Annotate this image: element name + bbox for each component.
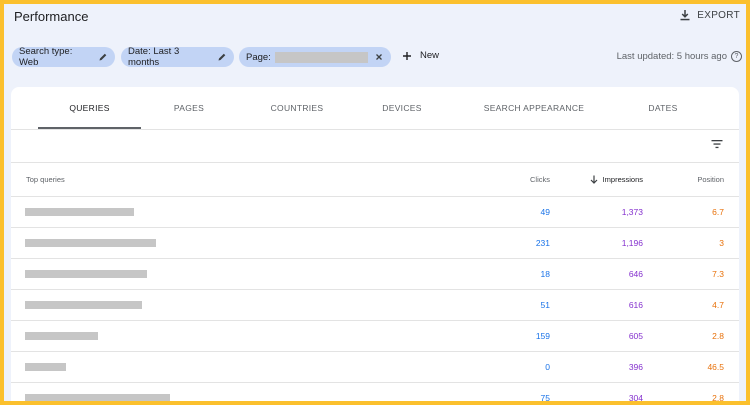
pencil-icon[interactable] <box>217 52 227 62</box>
clicks-value: 49 <box>540 207 550 217</box>
report-tabs: QUERIES PAGES COUNTRIES DEVICES SEARCH A… <box>11 87 739 130</box>
clicks-value: 159 <box>535 331 550 341</box>
tab-dates[interactable]: DATES <box>633 87 693 129</box>
new-filter-label: New <box>420 50 440 61</box>
search-type-chip-label: Search type: Web <box>19 46 73 68</box>
redacted-query <box>25 363 66 371</box>
col-header-query[interactable]: Top queries <box>26 175 65 184</box>
new-filter-button[interactable]: New <box>402 50 439 61</box>
table-row[interactable]: 49 1,373 6.7 <box>11 197 739 228</box>
report-card: QUERIES PAGES COUNTRIES DEVICES SEARCH A… <box>11 87 739 401</box>
position-value: 2.8 <box>712 331 724 341</box>
last-updated-text: Last updated: 5 hours ago <box>616 51 727 62</box>
performance-report: Performance EXPORT Search type: Web Date… <box>4 4 746 401</box>
pencil-icon[interactable] <box>98 52 108 62</box>
position-value: 7.3 <box>712 269 724 279</box>
tab-search-appearance[interactable]: SEARCH APPEARANCE <box>473 87 595 129</box>
redacted-query <box>25 394 170 401</box>
redacted-query <box>25 332 98 340</box>
export-button[interactable]: EXPORT <box>679 9 740 21</box>
table-row[interactable]: 0 396 46.5 <box>11 352 739 383</box>
help-icon[interactable]: ? <box>731 51 742 62</box>
close-icon[interactable] <box>374 52 384 62</box>
tab-queries[interactable]: QUERIES <box>38 87 141 129</box>
page-chip-label: Page: <box>246 51 271 63</box>
arrow-down-icon <box>590 175 597 184</box>
impressions-value: 616 <box>628 300 643 310</box>
tab-countries[interactable]: COUNTRIES <box>257 87 337 129</box>
clicks-value: 18 <box>540 269 550 279</box>
impressions-value: 1,196 <box>621 238 643 248</box>
table-filter-row <box>11 130 739 163</box>
table-row[interactable]: 231 1,196 3 <box>11 228 739 259</box>
tab-devices[interactable]: DEVICES <box>366 87 438 129</box>
redacted-query <box>25 208 134 216</box>
impressions-value: 304 <box>628 393 643 401</box>
position-value: 6.7 <box>712 207 724 217</box>
last-updated: Last updated: 5 hours ago ? <box>617 51 742 62</box>
position-value: 4.7 <box>712 300 724 310</box>
download-icon <box>680 10 690 21</box>
tab-pages[interactable]: PAGES <box>151 87 227 129</box>
impressions-value: 1,373 <box>621 207 643 217</box>
table-row[interactable]: 18 646 7.3 <box>11 259 739 290</box>
redacted-query <box>25 239 156 247</box>
impressions-value: 396 <box>628 362 643 372</box>
impressions-value: 605 <box>628 331 643 341</box>
table-header: Top queries Clicks Impressions Position <box>11 163 739 197</box>
date-filter-chip[interactable]: Date: Last 3 months <box>121 46 234 68</box>
position-value: 46.5 <box>707 362 724 372</box>
col-header-clicks[interactable]: Clicks <box>530 175 550 184</box>
redacted-query <box>25 270 147 278</box>
col-header-impressions-label: Impressions <box>602 175 643 184</box>
table-row[interactable]: 75 304 2.8 <box>11 383 739 401</box>
clicks-value: 231 <box>535 238 550 248</box>
table-row[interactable]: 159 605 2.8 <box>11 321 739 352</box>
table-row[interactable]: 51 616 4.7 <box>11 290 739 321</box>
page-title: Performance <box>14 9 89 24</box>
impressions-value: 646 <box>628 269 643 279</box>
clicks-value: 0 <box>545 362 550 372</box>
plus-icon <box>403 51 411 60</box>
col-header-impressions[interactable]: Impressions <box>590 175 643 184</box>
clicks-value: 51 <box>540 300 550 310</box>
redacted-query <box>25 301 142 309</box>
col-header-position[interactable]: Position <box>697 175 724 184</box>
date-chip-label: Date: Last 3 months <box>128 46 180 68</box>
page-filter-chip[interactable]: Page: <box>239 47 391 67</box>
position-value: 2.8 <box>712 393 724 401</box>
export-label: EXPORT <box>697 9 740 21</box>
search-type-filter-chip[interactable]: Search type: Web <box>12 46 115 68</box>
position-value: 3 <box>719 238 724 248</box>
redacted-page-url <box>274 51 368 63</box>
clicks-value: 75 <box>540 393 550 401</box>
filter-icon[interactable] <box>711 138 723 150</box>
